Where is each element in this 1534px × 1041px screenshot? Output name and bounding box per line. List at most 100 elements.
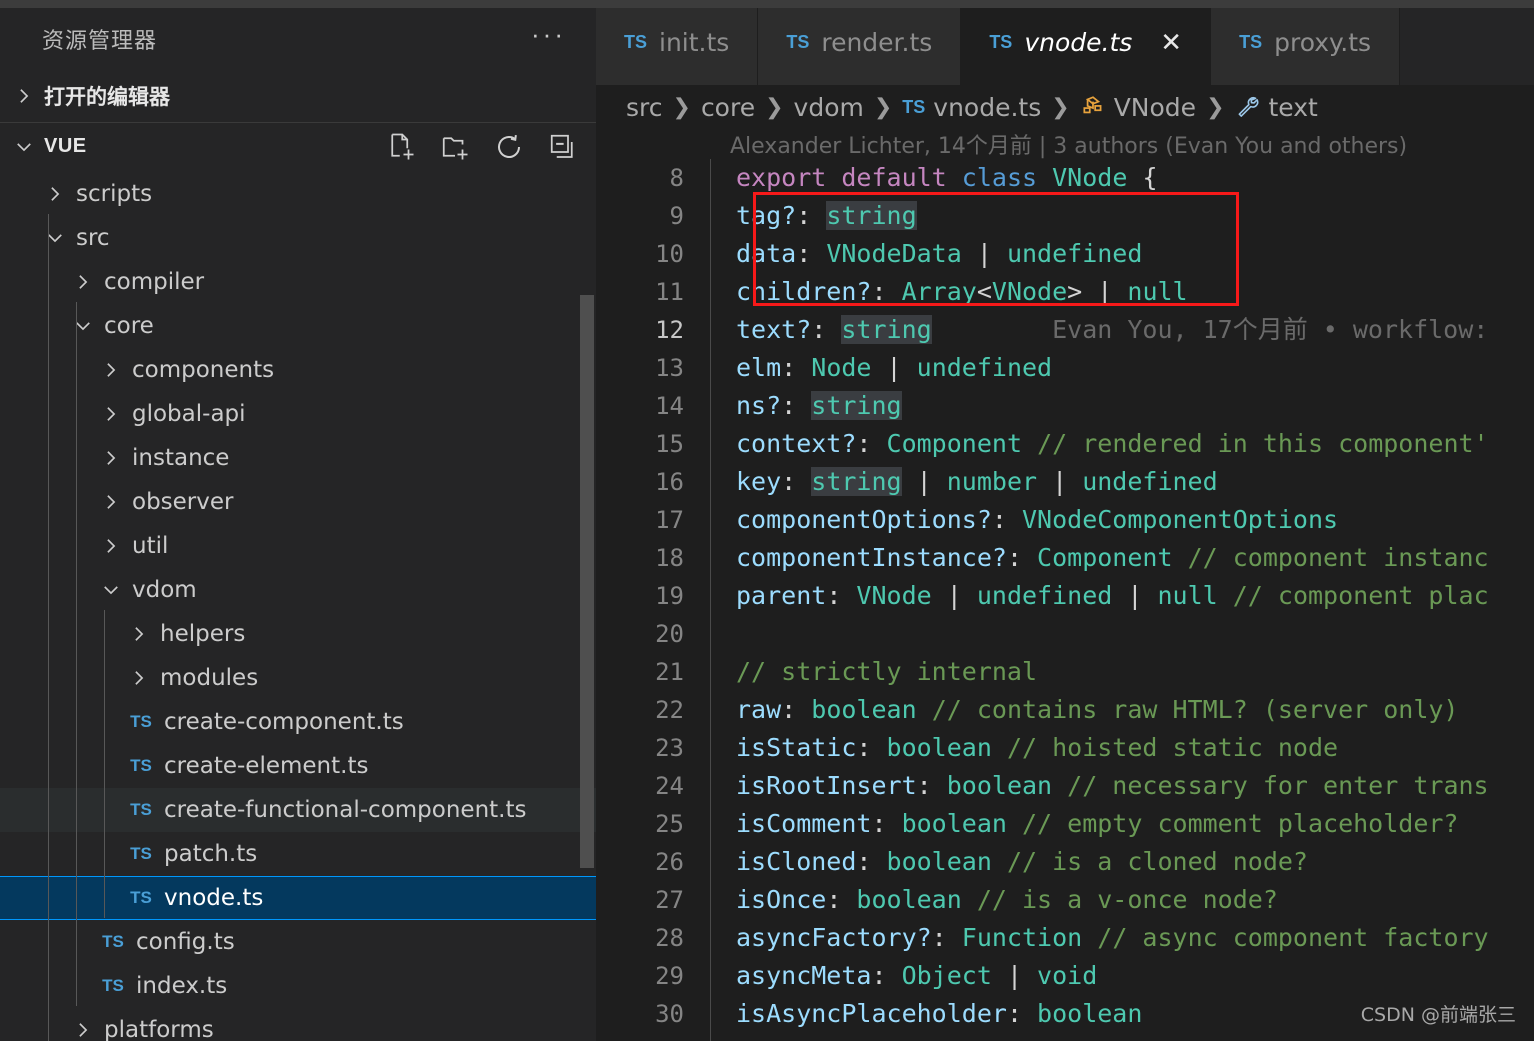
breadcrumb-item-text[interactable]: text <box>1235 93 1318 122</box>
tree-item-instance[interactable]: instance <box>0 436 596 480</box>
code-token: | <box>931 581 977 610</box>
chevron-right-icon <box>107 495 116 509</box>
chevron-right-icon <box>107 363 116 377</box>
tree-item-platforms[interactable]: platforms <box>0 1008 596 1041</box>
code-token: undefined <box>1006 239 1143 268</box>
file-tree[interactable]: scripts src compiler core components global-a… <box>0 170 596 1041</box>
code-token: default <box>841 163 947 192</box>
collapse-all-icon[interactable] <box>548 132 578 162</box>
breadcrumb-item-label: text <box>1268 92 1318 122</box>
tree-item-core[interactable]: core <box>0 304 596 348</box>
tree-item-scripts[interactable]: scripts <box>0 172 596 216</box>
tree-item-compiler[interactable]: compiler <box>0 260 596 304</box>
code-token: : <box>796 239 827 268</box>
tree-item-vdom[interactable]: vdom <box>0 568 596 612</box>
code-line-14[interactable]: 14 ns?: string <box>596 387 1534 425</box>
sidebar-item-open-editors[interactable]: 打开的编辑器 <box>0 70 596 122</box>
chevron-down-icon <box>42 228 68 248</box>
tree-item-create-component-ts[interactable]: TS create-component.ts <box>0 700 596 744</box>
code-line-15[interactable]: 15 context?: Component // rendered in thi… <box>596 425 1534 463</box>
editor-tabbar[interactable]: TS init.ts TS render.ts TS vnode.ts ✕ TS proxy.t… <box>596 0 1534 85</box>
tree-item-index-ts[interactable]: TS index.ts <box>0 964 596 1008</box>
code-token: boolean <box>946 771 1053 800</box>
code-line-30[interactable]: 30 isAsyncPlaceholder: boolean <box>596 995 1534 1033</box>
line-number: 26 <box>655 848 684 876</box>
tree-item-config-ts[interactable]: TS config.ts <box>0 920 596 964</box>
more-actions-icon[interactable]: ··· <box>531 21 566 49</box>
code-token: VNode <box>1052 163 1128 192</box>
chevron-right-icon <box>70 272 96 292</box>
code-token: : <box>781 695 812 724</box>
indent-guide <box>704 501 732 539</box>
refresh-icon[interactable] <box>494 132 524 162</box>
code-line-19[interactable]: 19 parent: VNode | undefined | null // co… <box>596 577 1534 615</box>
tab-label: proxy.ts <box>1274 28 1372 57</box>
indent-guide <box>704 387 732 425</box>
line-number: 29 <box>655 962 684 990</box>
breadcrumb-item-src[interactable]: src <box>626 93 663 122</box>
code-line-25[interactable]: 25 isComment: boolean // empty comment pl… <box>596 805 1534 843</box>
tree-item-src[interactable]: src <box>0 216 596 260</box>
code-line-8[interactable]: 8 export default class VNode { <box>596 159 1534 197</box>
code-line-11[interactable]: 11 children?: Array<VNode> | null <box>596 273 1534 311</box>
code-line-17[interactable]: 17 componentOptions?: VNodeComponentOptio… <box>596 501 1534 539</box>
breadcrumb-item-vnode[interactable]: VNode <box>1080 93 1196 122</box>
code-line-20[interactable]: 20 <box>596 615 1534 653</box>
chevron-right-icon <box>126 668 152 688</box>
code-token: Node <box>811 353 872 382</box>
tab-render-ts[interactable]: TS render.ts <box>758 0 962 85</box>
code-line-12[interactable]: 12 text?: string Evan You, 17个月前 • workfl… <box>596 311 1534 349</box>
tree-item-label: create-functional-component.ts <box>164 797 527 823</box>
sidebar-scrollbar[interactable] <box>580 295 594 868</box>
breadcrumb-item-vdom[interactable]: vdom <box>794 93 864 122</box>
tab-vnode-ts[interactable]: TS vnode.ts ✕ <box>961 0 1212 85</box>
code-line-13[interactable]: 13 elm: Node | undefined <box>596 349 1534 387</box>
code-line-29[interactable]: 29 asyncMeta: Object | void <box>596 957 1534 995</box>
code-token: context? <box>736 429 857 458</box>
chevron-down-icon <box>17 142 31 151</box>
tree-item-vnode-ts[interactable]: TS vnode.ts <box>0 876 596 920</box>
code-line-9[interactable]: 9 tag?: string <box>596 197 1534 235</box>
breadcrumb[interactable]: src ❯ core ❯ vdom ❯ TS vnode.ts ❯ VNode ❯ text <box>596 85 1534 129</box>
tree-item-modules[interactable]: modules <box>0 656 596 700</box>
tree-item-util[interactable]: util <box>0 524 596 568</box>
breadcrumb-item-core[interactable]: core <box>701 93 755 122</box>
code-line-18[interactable]: 18 componentInstance?: Component // compo… <box>596 539 1534 577</box>
code-line-24[interactable]: 24 isRootInsert: boolean // necessary for… <box>596 767 1534 805</box>
tree-item-create-element-ts[interactable]: TS create-element.ts <box>0 744 596 788</box>
sidebar-item-root-folder[interactable]: VUE <box>0 122 596 170</box>
tree-item-components[interactable]: components <box>0 348 596 392</box>
tab-proxy-ts[interactable]: TS proxy.ts <box>1211 0 1401 85</box>
code-line-28[interactable]: 28 asyncFactory?: Function // async compo… <box>596 919 1534 957</box>
breadcrumb-item-vnode-ts[interactable]: TS vnode.ts <box>902 93 1041 122</box>
code-line-26[interactable]: 26 isCloned: boolean // is a cloned node? <box>596 843 1534 881</box>
code-token: // component plac <box>1232 581 1489 610</box>
tree-item-observer[interactable]: observer <box>0 480 596 524</box>
tree-item-create-functional-component-ts[interactable]: TS create-functional-component.ts <box>0 788 596 832</box>
tree-item-helpers[interactable]: helpers <box>0 612 596 656</box>
code-content[interactable]: 8 export default class VNode {9 tag?: stri… <box>596 159 1534 1041</box>
breadcrumb-item-label: vdom <box>793 92 864 122</box>
tree-item-patch-ts[interactable]: TS patch.ts <box>0 832 596 876</box>
code-line-10[interactable]: 10 data: VNodeData | undefined <box>596 235 1534 273</box>
tab-init-ts[interactable]: TS init.ts <box>596 0 759 85</box>
close-icon[interactable]: ✕ <box>1160 28 1182 58</box>
line-number: 17 <box>655 506 684 534</box>
chevron-right-icon <box>20 89 29 103</box>
new-file-icon[interactable] <box>386 132 416 162</box>
code-token: // empty comment placeholder? <box>1022 809 1459 838</box>
line-number: 31 <box>596 1033 704 1041</box>
code-line-27[interactable]: 27 isOnce: boolean // is a v-once node? <box>596 881 1534 919</box>
code-line-16[interactable]: 16 key: string | number | undefined <box>596 463 1534 501</box>
code-line-21[interactable]: 21 // strictly internal <box>596 653 1534 691</box>
code-token: : <box>1006 999 1038 1028</box>
tree-item-global-api[interactable]: global-api <box>0 392 596 436</box>
code-line-31[interactable]: 31 ssrContext?: Object | void <box>596 1033 1534 1041</box>
code-line-23[interactable]: 23 isStatic: boolean // hoisted static no… <box>596 729 1534 767</box>
code-line-22[interactable]: 22 raw: boolean // contains raw HTML? (se… <box>596 691 1534 729</box>
code-token: parent <box>736 581 827 610</box>
chevron-right-icon <box>107 451 116 465</box>
new-folder-icon[interactable] <box>440 132 470 162</box>
